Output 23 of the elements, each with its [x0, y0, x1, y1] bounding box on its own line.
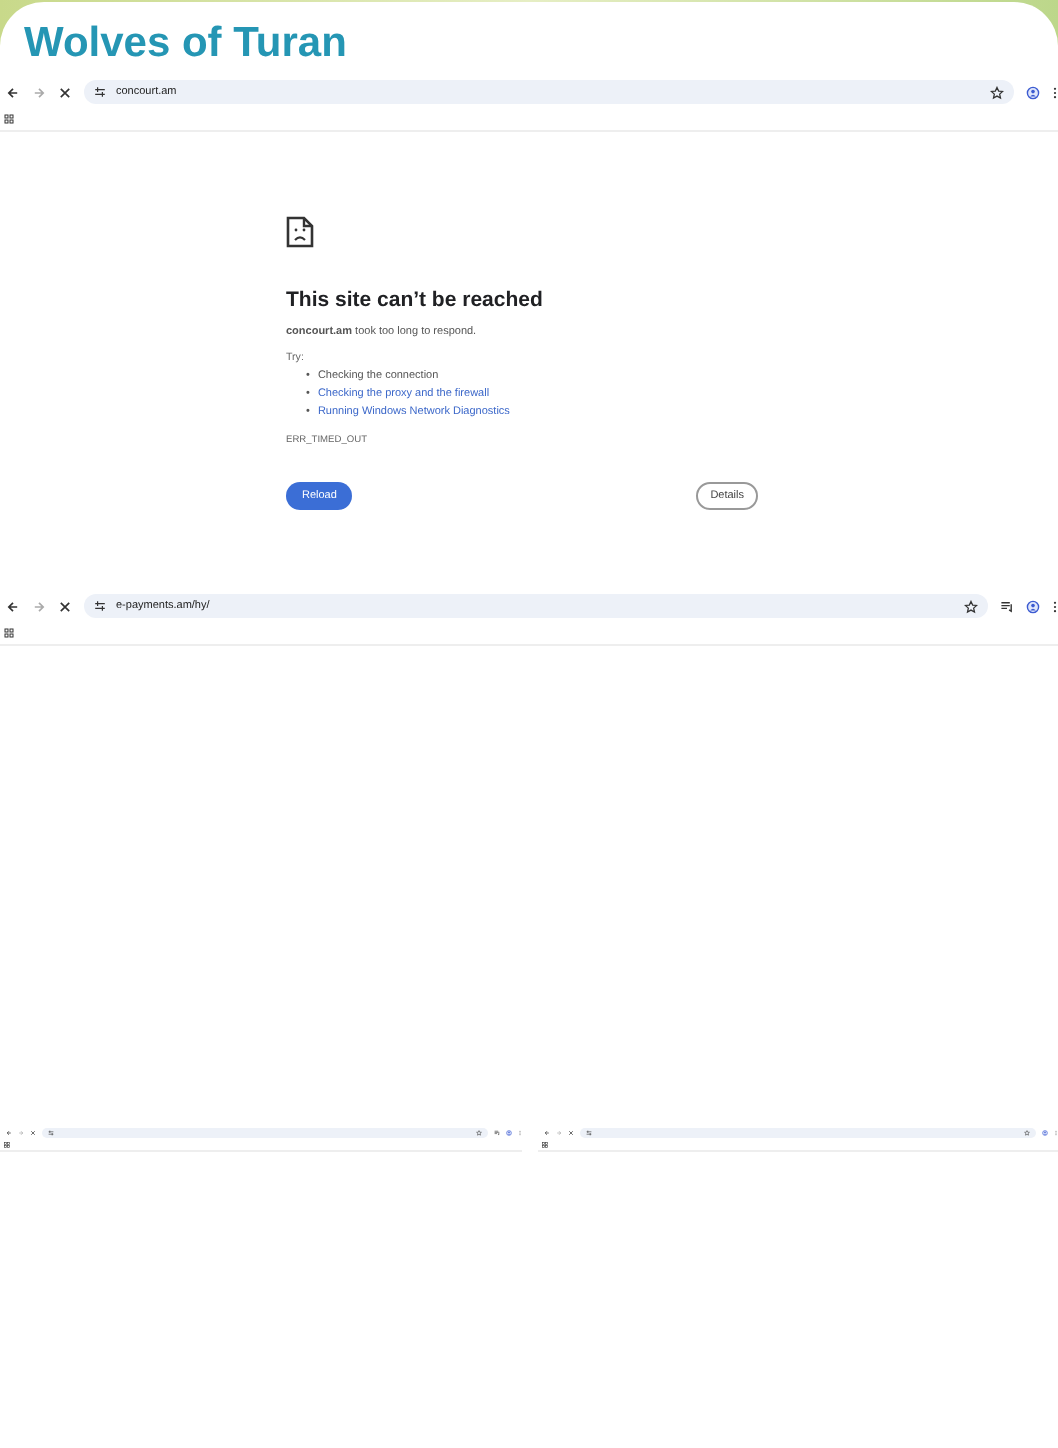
- site-settings-icon[interactable]: [94, 600, 106, 612]
- menu-icon[interactable]: [1052, 85, 1058, 99]
- close-icon[interactable]: [58, 599, 72, 613]
- menu-icon[interactable]: [1052, 599, 1058, 613]
- apps-icon[interactable]: [541, 1141, 547, 1147]
- error-heading: This site can’t be reached: [286, 288, 545, 312]
- profile-icon[interactable]: [1026, 85, 1040, 99]
- apps-icon[interactable]: [4, 1141, 10, 1147]
- back-icon[interactable]: [6, 85, 20, 99]
- back-icon[interactable]: [6, 599, 20, 613]
- star-icon[interactable]: [475, 1129, 481, 1135]
- star-icon[interactable]: [964, 599, 978, 613]
- profile-icon[interactable]: [1026, 599, 1040, 613]
- page-title: Wolves of Turan: [22, 18, 349, 70]
- close-icon[interactable]: [58, 85, 72, 99]
- apps-icon[interactable]: [4, 113, 14, 123]
- sad-page-icon: [286, 216, 314, 248]
- profile-icon[interactable]: [1042, 1129, 1048, 1135]
- profile-icon[interactable]: [505, 1129, 511, 1135]
- apps-icon[interactable]: [4, 627, 14, 637]
- site-settings-icon[interactable]: [94, 86, 106, 98]
- star-icon[interactable]: [990, 85, 1004, 99]
- star-icon[interactable]: [1024, 1129, 1030, 1135]
